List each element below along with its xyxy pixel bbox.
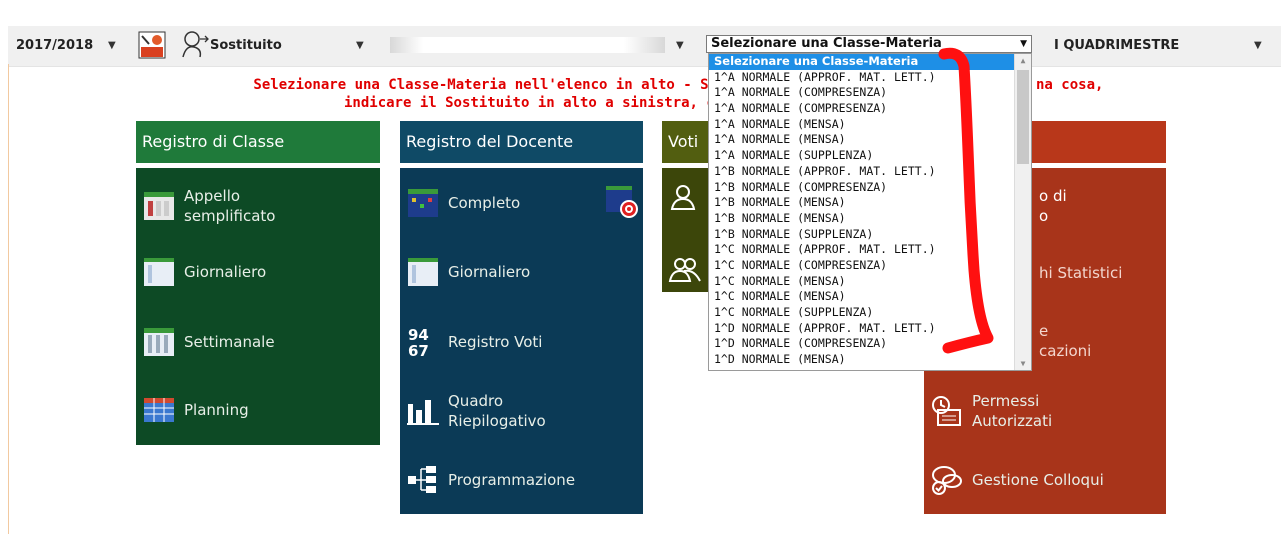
quadro-riepilogativo-label: Quadro Riepilogativo xyxy=(448,392,546,430)
right-partial-item-1[interactable]: o di o xyxy=(1039,186,1067,226)
left-border-line xyxy=(8,64,9,534)
weekly-register-icon xyxy=(144,328,174,356)
year-select[interactable]: 2017/2018 xyxy=(16,26,93,66)
group-users-icon[interactable] xyxy=(668,254,702,284)
right-partial-1b: o xyxy=(1039,207,1049,225)
period-value: I QUADRIMESTRE xyxy=(1054,38,1180,53)
alert-line-1-tail: na cosa, xyxy=(1036,77,1104,93)
listbox-option[interactable]: 1^D NORMALE (MENSA) xyxy=(709,368,1031,370)
planning-icon xyxy=(144,398,174,422)
permessi-autorizzati-link[interactable]: Permessi Autorizzati xyxy=(930,391,1082,431)
registro-docente-header: Registro del Docente xyxy=(400,121,643,163)
registro-voti-link[interactable]: 94 67 Registro Voti xyxy=(406,325,542,359)
giornaliero-classe-link[interactable]: Giornaliero xyxy=(142,255,266,289)
programmazione-label: Programmazione xyxy=(448,471,576,489)
planning-link[interactable]: Planning xyxy=(142,393,249,427)
giornaliero-docente-link[interactable]: Giornaliero xyxy=(406,255,530,289)
bar-summary-icon xyxy=(407,400,439,425)
quadro-riepilogativo-link[interactable]: Quadro Riepilogativo xyxy=(406,391,558,431)
substitute-text: Sostituito xyxy=(210,38,282,53)
calendar-grid-icon xyxy=(144,192,174,220)
registro-voti-label: Registro Voti xyxy=(448,333,543,351)
right-partial-1a: o di xyxy=(1039,187,1067,205)
planning-label: Planning xyxy=(184,401,249,419)
giornaliero-classe-label: Giornaliero xyxy=(184,263,267,281)
select-arrow-icon: ▼ xyxy=(1020,39,1027,49)
completo-label: Completo xyxy=(448,194,521,212)
single-user-icon[interactable] xyxy=(668,182,698,212)
registro-classe-title: Registro di Classe xyxy=(142,132,285,151)
daily-register-icon xyxy=(144,258,174,286)
year-dropdown-arrow[interactable]: ▼ xyxy=(108,26,116,66)
appello-semplificato-label: Appello semplificato xyxy=(184,187,276,225)
right-partial-item-2[interactable]: hi Statistici xyxy=(1039,264,1122,282)
substitute-icon[interactable] xyxy=(180,29,210,59)
right-partial-3b: cazioni xyxy=(1039,342,1092,360)
appello-semplificato-link[interactable]: Appello semplificato xyxy=(142,186,294,226)
right-partial-item-3[interactable]: e cazioni xyxy=(1039,321,1091,361)
substitute-dropdown-arrow[interactable]: ▼ xyxy=(356,26,364,66)
registro-classe-panel: Appello semplificato Giornaliero Settima… xyxy=(136,168,380,445)
substitute-label[interactable]: Sostituito xyxy=(210,26,282,66)
daily-teacher-icon xyxy=(408,258,438,286)
gestione-colloqui-link[interactable]: Gestione Colloqui xyxy=(930,463,1104,497)
period-select[interactable]: I QUADRIMESTRE xyxy=(1054,26,1179,66)
year-value: 2017/2018 xyxy=(16,38,94,53)
complete-register-icon xyxy=(408,189,438,217)
redacted-teacher-name xyxy=(390,37,665,53)
scroll-down-icon[interactable]: ▼ xyxy=(1015,359,1031,368)
voti-title: Voti xyxy=(668,132,699,151)
class-subject-select-value: Selezionare una Classe-Materia xyxy=(711,36,942,51)
programmazione-link[interactable]: Programmazione xyxy=(406,463,575,497)
permessi-autorizzati-label: Permessi Autorizzati xyxy=(972,392,1053,430)
period-dropdown-arrow[interactable]: ▼ xyxy=(1254,26,1262,66)
giornaliero-docente-label: Giornaliero xyxy=(448,263,531,281)
red-annotation-stroke xyxy=(938,47,994,354)
gestione-colloqui-label: Gestione Colloqui xyxy=(972,471,1104,489)
chat-check-icon xyxy=(932,466,962,495)
grades-numbers-icon: 9467 xyxy=(408,326,429,359)
registro-classe-header: Registro di Classe xyxy=(136,121,380,163)
hierarchy-icon xyxy=(408,466,436,493)
svg-text:67: 67 xyxy=(408,342,429,359)
registro-docente-panel: Completo Giornaliero 94 67 Registro Voti … xyxy=(400,168,643,514)
clock-calendar-icon xyxy=(932,396,961,426)
settimanale-link[interactable]: Settimanale xyxy=(142,325,275,359)
right-partial-3a: e xyxy=(1039,322,1049,340)
settimanale-label: Settimanale xyxy=(184,333,275,351)
completo-link[interactable]: Completo xyxy=(406,186,520,220)
teacher-icon[interactable] xyxy=(137,30,167,60)
teacher-dropdown-arrow[interactable]: ▼ xyxy=(676,26,684,66)
registro-docente-title: Registro del Docente xyxy=(406,132,574,151)
target-register-icon[interactable] xyxy=(604,184,640,220)
